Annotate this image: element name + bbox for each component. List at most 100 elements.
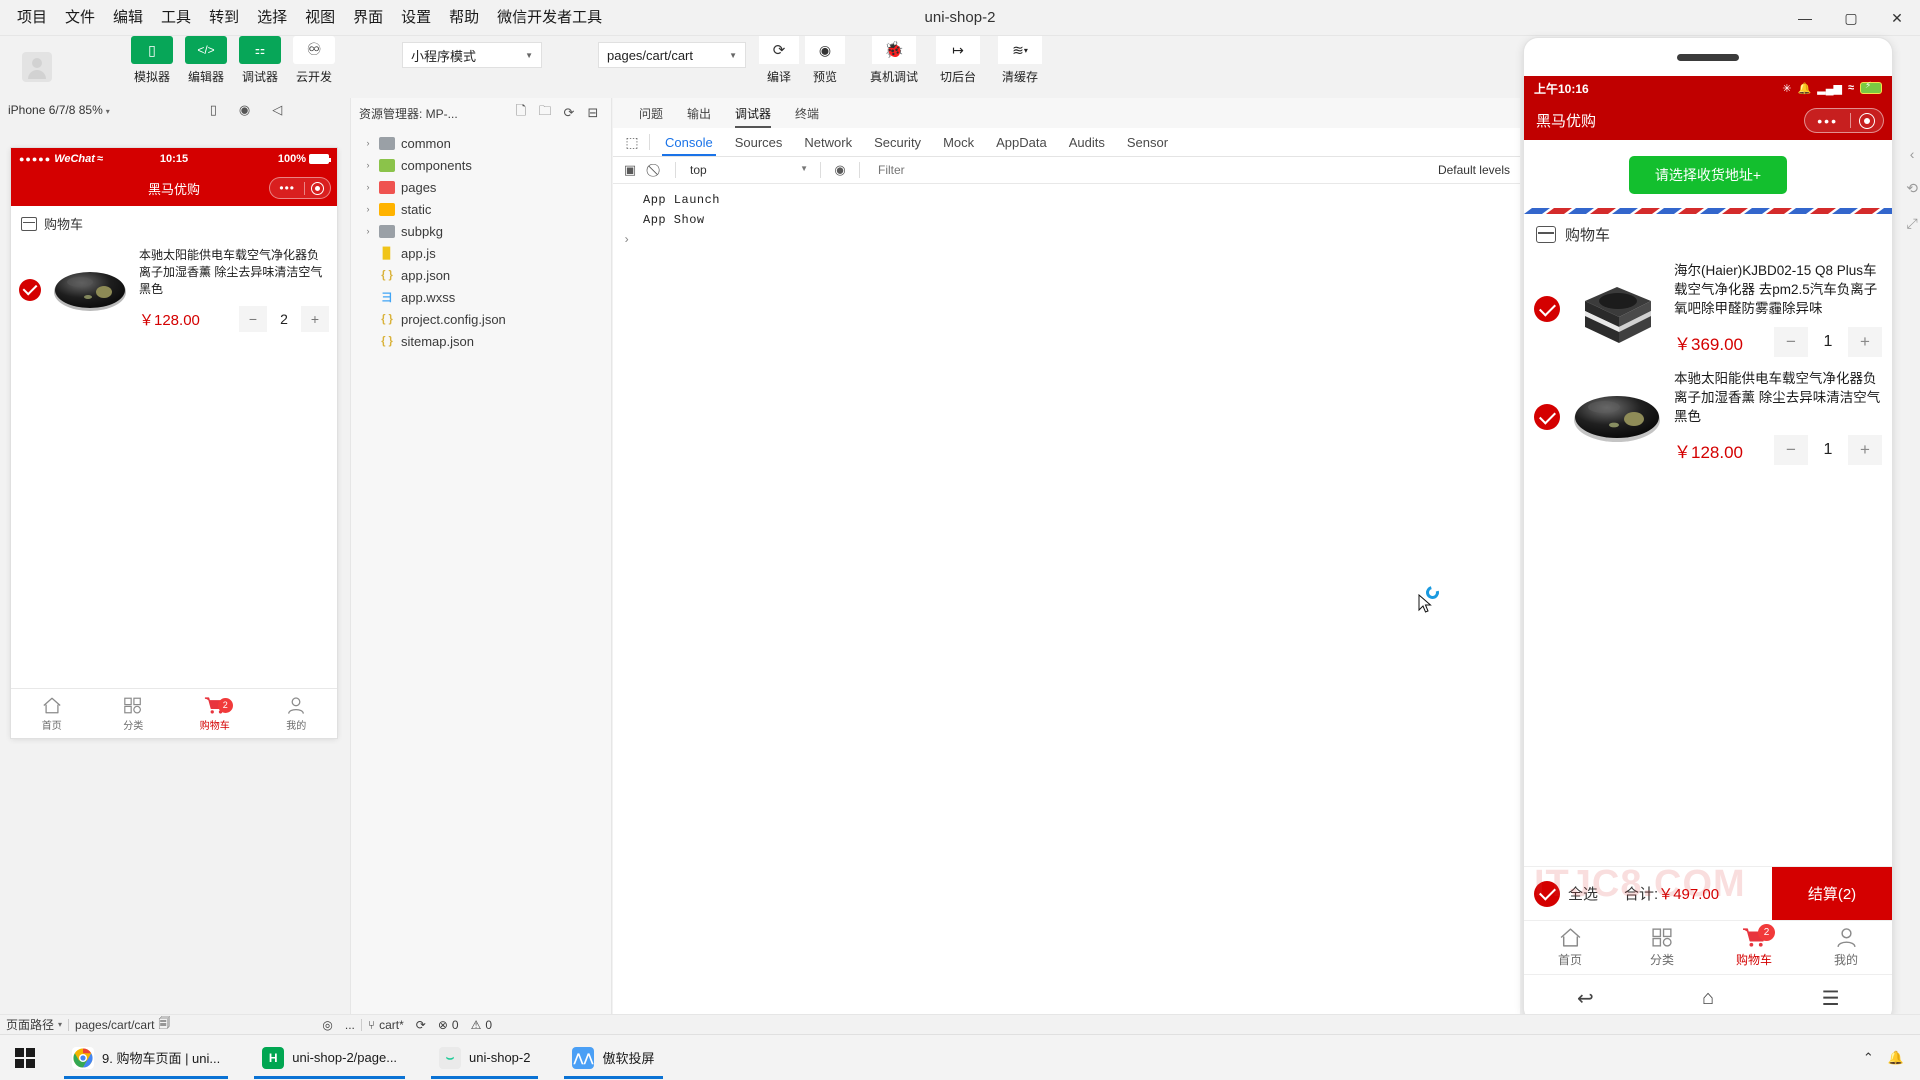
volume-icon[interactable]: ◁: [272, 102, 282, 118]
menu-item-5[interactable]: 选择: [248, 5, 296, 31]
compile-button[interactable]: ⟳ 编译: [756, 36, 802, 85]
decrease-button[interactable]: −: [1774, 327, 1808, 357]
device-select[interactable]: iPhone 6/7/8 85% ▾: [8, 103, 110, 117]
menu-item-2[interactable]: 编辑: [104, 5, 152, 31]
preview-button[interactable]: ◉ 预览: [802, 36, 848, 85]
menu-icon[interactable]: ☰: [1769, 986, 1892, 1011]
record-icon[interactable]: ◉: [239, 102, 250, 118]
item-checkbox[interactable]: [19, 278, 41, 301]
menu-item-0[interactable]: 项目: [8, 5, 56, 31]
tree-item-static[interactable]: › static: [351, 198, 611, 220]
eye-icon[interactable]: ◉: [829, 162, 851, 178]
taskbar-item-hbuilder[interactable]: H uni-shop-2/page...: [250, 1037, 409, 1079]
menu-item-1[interactable]: 文件: [56, 5, 104, 31]
console-filter-input[interactable]: [868, 163, 1434, 177]
quantity-value[interactable]: 2: [268, 306, 300, 332]
decrease-button[interactable]: −: [1774, 435, 1808, 465]
avatar[interactable]: [8, 38, 66, 96]
panel-tab-problems[interactable]: 问题: [627, 101, 675, 126]
mirror-tab-user[interactable]: 我的: [1800, 921, 1892, 974]
debugger-button[interactable]: ⚏ 调试器: [234, 36, 286, 85]
clear-cache-button[interactable]: ≋ ▾ 清缓存: [998, 36, 1043, 85]
taskbar-item-chrome[interactable]: 9. 购物车页面 | uni...: [60, 1037, 232, 1079]
tree-item-pages[interactable]: › pages: [351, 176, 611, 198]
mirror-tab-category[interactable]: 分类: [1616, 921, 1708, 974]
editor-button[interactable]: </> 编辑器: [180, 36, 232, 85]
chevron-left-icon[interactable]: ‹: [1910, 146, 1915, 162]
console-context-select[interactable]: top ▼: [684, 163, 812, 177]
clear-icon[interactable]: ⃠: [645, 162, 667, 178]
real-debug-button[interactable]: 🐞 真机调试: [870, 36, 918, 85]
devtools-tab-console[interactable]: Console: [654, 130, 724, 156]
panel-tab-debugger[interactable]: 调试器: [723, 101, 783, 128]
sim-tab-cart[interactable]: 2 购物车: [174, 696, 256, 732]
item-checkbox[interactable]: [1534, 296, 1560, 322]
tree-item-project-config[interactable]: { } project.config.json: [351, 308, 611, 330]
tree-item-app-js[interactable]: ▉ app.js: [351, 242, 611, 264]
console-levels-select[interactable]: Default levels: [1438, 163, 1520, 177]
increase-button[interactable]: +: [1848, 327, 1882, 357]
background-button[interactable]: ↦ 切后台: [936, 36, 981, 85]
checkout-button[interactable]: 结算(2): [1772, 866, 1892, 921]
more-dots-icon[interactable]: •••: [1805, 113, 1850, 129]
maximize-button[interactable]: ▢: [1828, 0, 1874, 36]
sync-icon[interactable]: ⟳: [410, 1018, 432, 1032]
notification-icon[interactable]: 🔔: [1888, 1050, 1904, 1066]
tree-item-app-wxss[interactable]: 彐 app.wxss: [351, 286, 611, 308]
select-address-button[interactable]: 请选择收货地址+: [1628, 156, 1788, 194]
devtools-tab-sources[interactable]: Sources: [724, 130, 794, 155]
console-prompt[interactable]: ›: [621, 230, 1520, 250]
sim-tab-user[interactable]: 我的: [256, 696, 338, 732]
inspect-icon[interactable]: ⬚: [619, 134, 645, 151]
decrease-button[interactable]: −: [239, 306, 267, 332]
cloud-button[interactable]: ♾ 云开发: [288, 36, 340, 85]
menu-item-9[interactable]: 帮助: [440, 5, 488, 31]
new-file-icon[interactable]: 🗋: [511, 103, 531, 123]
rotate-icon[interactable]: ▯: [210, 102, 217, 118]
tree-item-app-json[interactable]: { } app.json: [351, 264, 611, 286]
home-icon[interactable]: ⌂: [1647, 987, 1770, 1010]
git-branch[interactable]: ⑂ cart*: [362, 1018, 410, 1032]
menu-item-3[interactable]: 工具: [152, 5, 200, 31]
simulator-button[interactable]: ▯ 模拟器: [126, 36, 178, 85]
taskbar-item-apowermirror[interactable]: ⋀⋀ 傲软投屏: [560, 1037, 666, 1079]
minimize-button[interactable]: —: [1782, 0, 1828, 36]
devtools-tab-security[interactable]: Security: [863, 130, 932, 155]
tree-item-sitemap[interactable]: { } sitemap.json: [351, 330, 611, 352]
tree-item-subpkg[interactable]: › subpkg: [351, 220, 611, 242]
menu-item-8[interactable]: 设置: [392, 5, 440, 31]
menu-item-10[interactable]: 微信开发者工具: [488, 5, 611, 31]
quantity-value[interactable]: 1: [1809, 435, 1847, 465]
more-options[interactable]: ...: [339, 1018, 361, 1032]
back-icon[interactable]: ↩: [1524, 986, 1647, 1011]
copy-icon[interactable]: 🗐: [158, 1014, 170, 1035]
taskbar-item-wechat-devtools[interactable]: ⌣ uni-shop-2: [427, 1037, 542, 1079]
mode-select[interactable]: 小程序模式 ▼: [402, 42, 542, 68]
warning-count[interactable]: ⚠ 0: [465, 1018, 498, 1032]
item-checkbox[interactable]: [1534, 404, 1560, 430]
refresh-icon[interactable]: ⟳: [559, 103, 579, 123]
chevron-up-icon[interactable]: ⌃: [1863, 1050, 1874, 1066]
expand-icon[interactable]: ⤢: [1907, 215, 1918, 232]
menu-item-4[interactable]: 转到: [200, 5, 248, 31]
page-select[interactable]: pages/cart/cart ▼: [598, 42, 746, 68]
page-path-value[interactable]: pages/cart/cart 🗐: [69, 1014, 176, 1035]
panel-tab-terminal[interactable]: 终端: [783, 101, 831, 126]
execute-icon[interactable]: ▣: [619, 162, 641, 178]
sim-tab-category[interactable]: 分类: [93, 696, 175, 732]
menu-item-7[interactable]: 界面: [344, 5, 392, 31]
quantity-value[interactable]: 1: [1809, 327, 1847, 357]
start-button[interactable]: [0, 1035, 50, 1080]
devtools-tab-mock[interactable]: Mock: [932, 130, 985, 155]
increase-button[interactable]: +: [301, 306, 329, 332]
menu-item-6[interactable]: 视图: [296, 5, 344, 31]
tree-item-components[interactable]: › components: [351, 154, 611, 176]
devtools-tab-audits[interactable]: Audits: [1058, 130, 1116, 155]
new-folder-icon[interactable]: 🗀: [535, 103, 555, 123]
more-dots-icon[interactable]: •••: [270, 181, 304, 195]
mirror-tab-cart[interactable]: 2 购物车: [1708, 921, 1800, 974]
preview-toggle[interactable]: ◎: [316, 1018, 338, 1032]
sim-tab-home[interactable]: 首页: [11, 696, 93, 732]
tree-item-common[interactable]: › common: [351, 132, 611, 154]
mirror-tab-home[interactable]: 首页: [1524, 921, 1616, 974]
